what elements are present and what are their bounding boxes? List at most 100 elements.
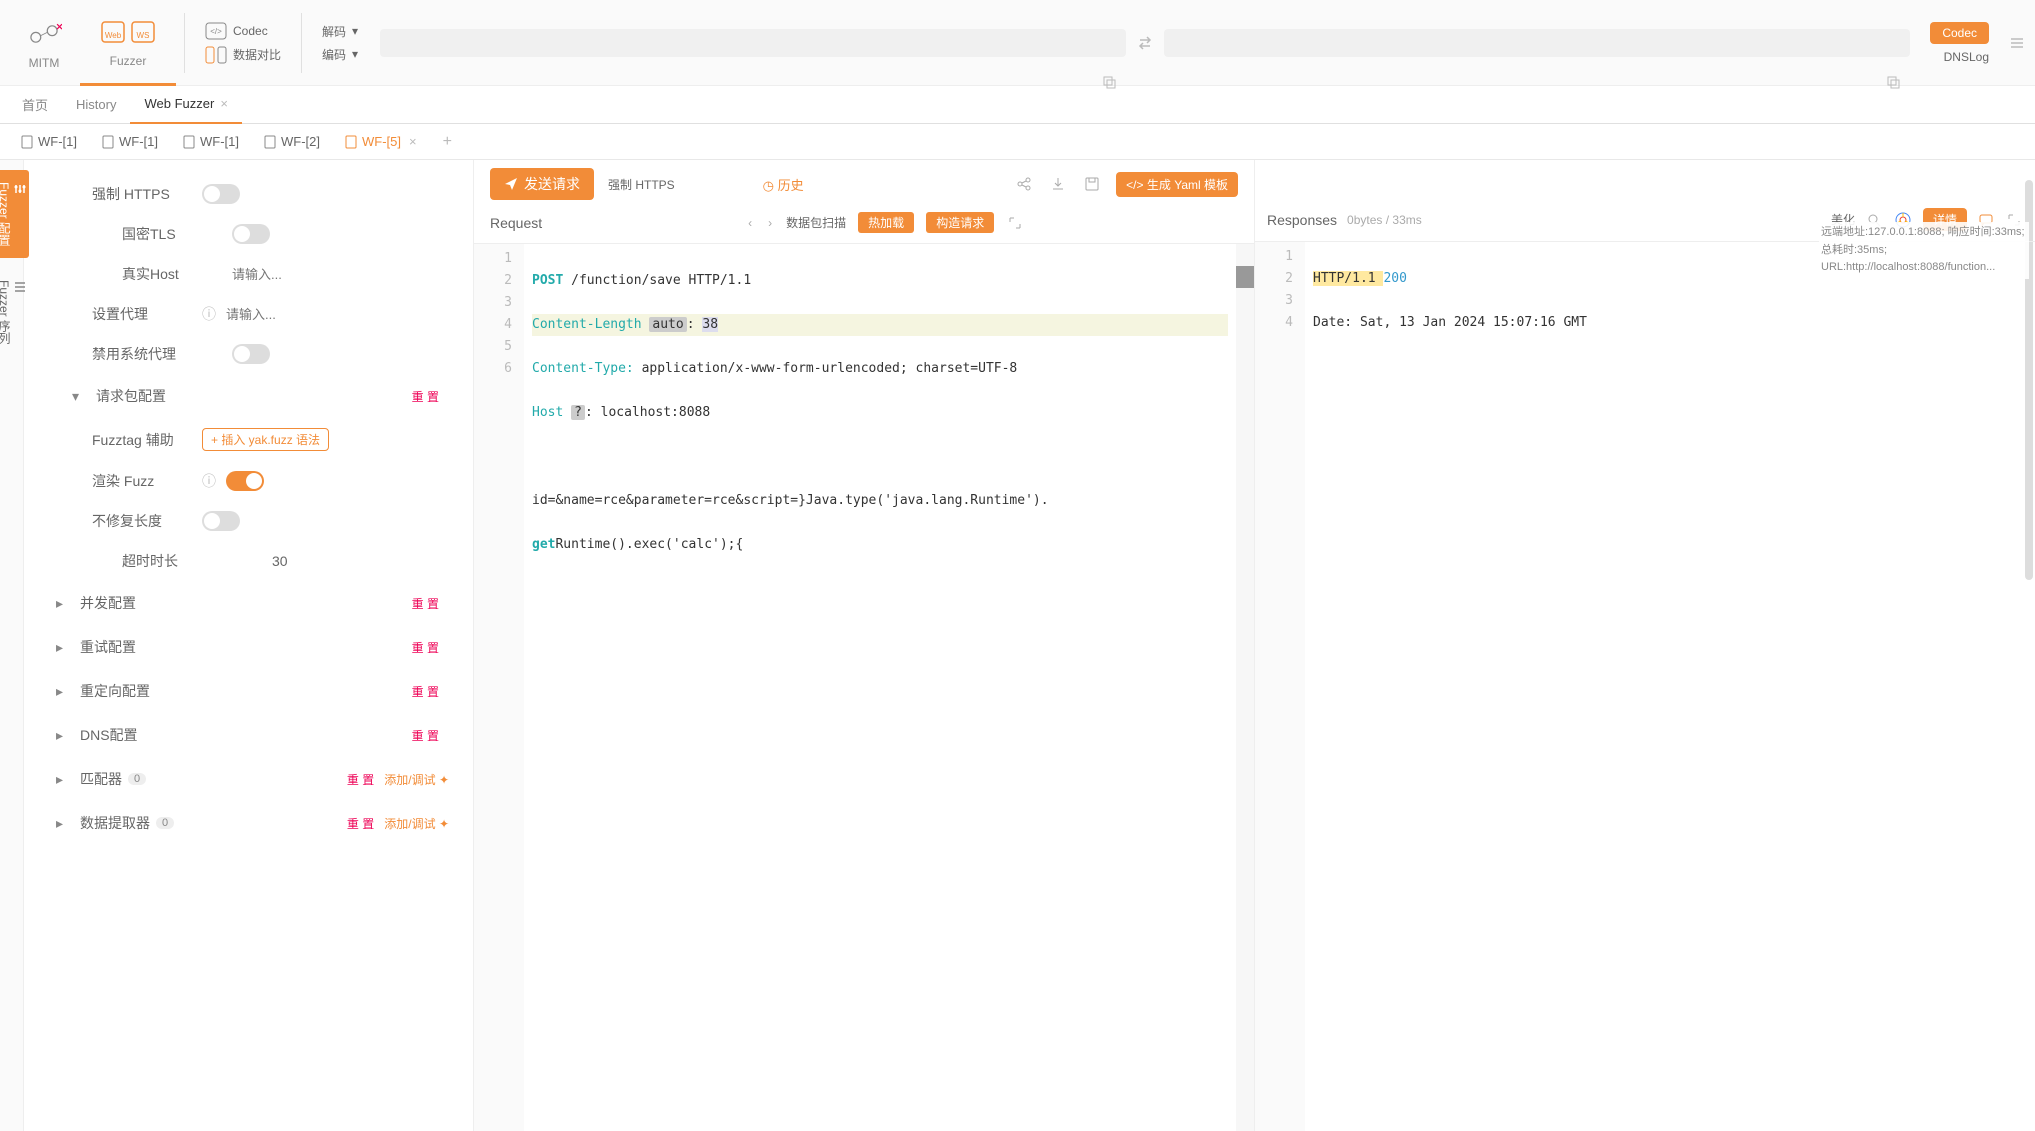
request-editor[interactable]: 123456 POST /function/save HTTP/1.1 Cont… [474,244,1254,1131]
ribbon-encode-group: 解码 ▾ 编码 ▾ [310,23,370,63]
dnslog-link[interactable]: DNSLog [1944,50,1989,64]
ribbon-mitm-label: MITM [29,56,60,70]
tab-home[interactable]: 首页 [8,86,62,124]
tab-web-fuzzer[interactable]: Web Fuzzer × [130,86,241,124]
file-tab-wf5[interactable]: WF-[5] × [334,124,427,160]
send-request-button[interactable]: 发送请求 [490,168,594,200]
reset-button[interactable]: 重 置 [412,388,439,405]
mitm-icon [26,16,62,52]
build-request-button[interactable]: 构造请求 [926,212,994,233]
cfg-fuzztag: Fuzztag 辅助 + 插入 yak.fuzz 语法 [32,418,473,461]
section-matcher[interactable]: ▸ 匹配器 0 重 置 添加/调试 ✦ [32,757,473,801]
ribbon-encode[interactable]: 编码 ▾ [322,46,358,63]
decode-input[interactable] [380,29,1126,57]
no-fix-len-switch[interactable] [202,511,240,531]
info-icon[interactable]: ⓘ [202,304,216,324]
timeout-value[interactable]: 30 [272,553,288,569]
response-editor[interactable]: 1234 HTTP/1.1 200 Date: Sat, 13 Jan 2024… [1255,242,2035,1131]
file-icon [263,135,277,149]
close-icon[interactable]: × [220,96,228,111]
add-tab-button[interactable]: + [431,133,464,151]
ribbon-codec[interactable]: </> Codec [205,22,281,40]
gutter: 1234 [1255,242,1305,1131]
swap-icon[interactable] [1136,34,1154,52]
force-https-label[interactable]: 强制 HTTPS [608,176,675,193]
section-redirect[interactable]: ▸ 重定向配置 重 置 [32,669,473,713]
cfg-timeout: 超时时长 30 [32,541,473,581]
file-tab-wf1b[interactable]: WF-[1] [91,124,168,160]
chevron-right-icon: ▸ [56,595,70,612]
code-text[interactable]: HTTP/1.1 200 Date: Sat, 13 Jan 2024 15:0… [1305,242,2035,1131]
encode-label: 编码 [322,46,346,63]
reset-button[interactable]: 重 置 [412,683,439,700]
section-extractor[interactable]: ▸ 数据提取器 0 重 置 添加/调试 ✦ [32,801,473,845]
cfg-render-fuzz: 渲染 Fuzz ⓘ [32,461,473,501]
chevron-right-icon: ▸ [56,639,70,656]
real-host-input[interactable] [232,267,352,282]
ribbon-decode[interactable]: 解码 ▾ [322,23,358,40]
ribbon-sep-1 [184,13,185,73]
menu-icon[interactable] [2007,33,2027,53]
history-link[interactable]: ◷ 历史 [763,175,804,194]
codec-button[interactable]: Codec [1930,22,1989,44]
copy-icon[interactable] [1884,73,1902,91]
next-icon[interactable]: › [766,214,774,232]
proxy-input[interactable] [226,307,346,322]
code-text[interactable]: POST /function/save HTTP/1.1 Content-Len… [524,244,1236,1131]
section-retry[interactable]: ▸ 重试配置 重 置 [32,625,473,669]
cfg-no-fix-len: 不修复长度 [32,501,473,541]
minimap[interactable] [1236,244,1254,1131]
reset-button[interactable]: 重 置 [412,639,439,656]
encode-input[interactable] [1164,29,1910,57]
insert-yak-button[interactable]: + 插入 yak.fuzz 语法 [202,428,329,451]
clock-icon: ◷ [763,178,774,193]
cfg-gm-tls: 国密TLS [32,214,473,254]
reset-button[interactable]: 重 置 [347,771,374,788]
request-title: Request [490,215,542,231]
gen-yaml-button[interactable]: </> 生成 Yaml 模板 [1116,172,1238,197]
export-icon[interactable] [1048,174,1068,194]
tab-history[interactable]: History [62,86,130,124]
codec-icon: </> [205,22,227,40]
reset-button[interactable]: 重 置 [347,815,374,832]
ribbon-mitm[interactable]: MITM [8,0,80,86]
prev-icon[interactable]: ‹ [746,214,754,232]
ribbon-fuzzer[interactable]: Web WS Fuzzer [80,0,176,86]
secondary-tabs: 首页 History Web Fuzzer × [0,86,2035,124]
decode-label: 解码 [322,23,346,40]
info-icon[interactable]: ⓘ [202,471,216,491]
request-pane: 发送请求 强制 HTTPS ◷ 历史 </> 生成 Yaml 模板 [474,160,1255,1131]
add-debug-button[interactable]: 添加/调试 ✦ [384,815,449,832]
force-https-switch[interactable] [202,184,240,204]
file-tab-wf2[interactable]: WF-[2] [253,124,330,160]
share-icon[interactable] [1014,174,1034,194]
code-icon: </> [1126,178,1143,192]
cfg-force-https: 强制 HTTPS [32,174,473,214]
close-icon[interactable]: × [409,134,417,149]
file-tab-wf1a[interactable]: WF-[1] [10,124,87,160]
chevron-right-icon: ▸ [56,771,70,788]
add-debug-button[interactable]: 添加/调试 ✦ [384,771,449,788]
ribbon-compare[interactable]: 数据对比 [205,46,281,64]
chevron-right-icon: ▸ [56,727,70,744]
section-req-pkg[interactable]: ▾ 请求包配置 重 置 [32,374,473,418]
gm-tls-switch[interactable] [232,224,270,244]
top-ribbon: MITM Web WS Fuzzer </> Codec 数据对比 解码 ▾ 编… [0,0,2035,86]
file-tab-wf1c[interactable]: WF-[1] [172,124,249,160]
cfg-proxy: 设置代理 ⓘ [32,294,473,334]
hot-reload-button[interactable]: 热加载 [858,212,914,233]
ribbon-fuzzer-label: Fuzzer [110,54,147,68]
side-rail: Fuzzer 配置 Fuzzer 序列 [0,160,24,1131]
request-header: Request ‹ › 数据包扫描 热加载 构造请求 [474,208,1254,244]
copy-icon[interactable] [1100,73,1118,91]
disable-sys-proxy-switch[interactable] [232,344,270,364]
reset-button[interactable]: 重 置 [412,727,439,744]
section-dns[interactable]: ▸ DNS配置 重 置 [32,713,473,757]
expand-icon[interactable] [1006,214,1024,232]
save-icon[interactable] [1082,174,1102,194]
render-fuzz-switch[interactable] [226,471,264,491]
reset-button[interactable]: 重 置 [412,595,439,612]
packet-scan-label[interactable]: 数据包扫描 [786,214,846,231]
file-icon [182,135,196,149]
section-concurrent[interactable]: ▸ 并发配置 重 置 [32,581,473,625]
